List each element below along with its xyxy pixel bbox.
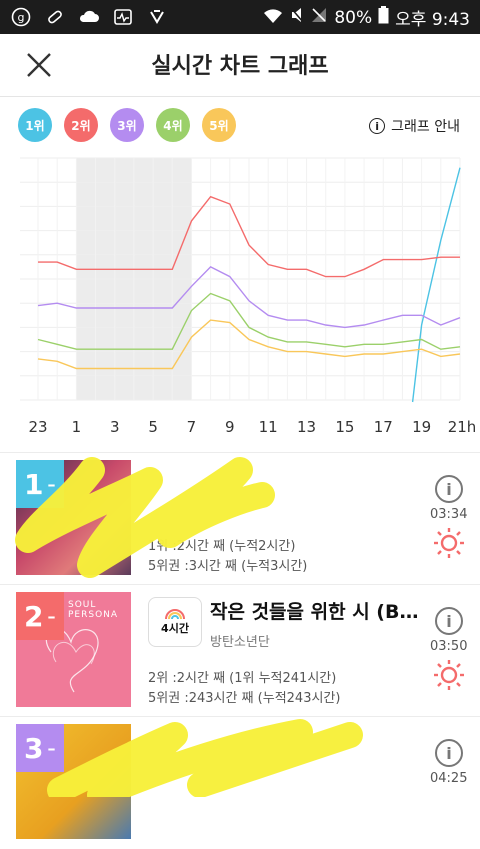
battery-percent: 80%	[334, 7, 373, 28]
timestamp: 03:34	[430, 507, 468, 522]
sun-icon[interactable]	[433, 659, 465, 691]
legend-rank-2[interactable]: 2위	[64, 108, 98, 142]
info-button[interactable]: i	[435, 739, 463, 767]
status-right: 80% 오후 9:43	[262, 5, 470, 30]
page-title: 실시간 차트 그래프	[151, 54, 329, 79]
pulse-icon	[112, 6, 134, 28]
stat-top5-duration: 5위권 :3시간 째 (누적3시간)	[148, 559, 308, 574]
album-art[interactable]: 1–	[16, 460, 131, 575]
hours-tag: 4시간	[148, 597, 202, 647]
chart-row-1[interactable]: 1– 1위 :2시간 째 (누적2시간) 5위권 :3시간 째 (누적3시간) …	[0, 452, 480, 585]
info-icon: i	[369, 118, 386, 134]
x-tick-label: 15	[335, 418, 354, 436]
cloud-icon	[78, 6, 100, 28]
graph-guide-label: 그래프 안내	[391, 119, 460, 135]
app-header: 실시간 차트 그래프	[0, 34, 480, 97]
x-tick-label: 9	[225, 418, 235, 436]
x-tick-label: 11	[259, 418, 278, 436]
graph-guide-button[interactable]: i 그래프 안내	[369, 116, 460, 136]
stat-top5-duration: 5위권 :243시간 째 (누적243시간)	[148, 691, 341, 706]
x-tick-label: 5	[148, 418, 158, 436]
timestamp: 04:25	[430, 771, 468, 786]
album-art[interactable]: SOUL PERSONA 2–	[16, 592, 131, 707]
check-icon	[146, 6, 168, 28]
battery-icon	[378, 6, 389, 29]
song-title[interactable]: 작은 것들을 위한 시 (Boy With Luv)	[210, 597, 425, 624]
x-tick-label: 17	[374, 418, 393, 436]
hours-tag-label: 4시간	[161, 622, 189, 635]
x-tick-label: 21h	[448, 418, 477, 436]
x-axis-ticks: 23 1 3 5 7 9 11 13 15 17 19 21h	[28, 418, 476, 436]
legend-rank-1[interactable]: 1위	[18, 108, 52, 142]
pill-icon	[44, 6, 66, 28]
signal-icon	[310, 6, 328, 29]
clock: 오후 9:43	[395, 10, 470, 30]
rank-legend: 1위 2위 3위 4위 5위	[18, 108, 236, 142]
rainbow-icon	[165, 609, 185, 620]
x-tick-label: 19	[412, 418, 431, 436]
rank-badge: 1–	[16, 460, 64, 508]
status-bar: g 80% 오후 9:43	[0, 0, 480, 34]
stat-rank-duration: 1위 :2시간 째 (누적2시간)	[148, 539, 296, 554]
notification-icons: g	[10, 6, 168, 28]
legend-rank-5[interactable]: 5위	[202, 108, 236, 142]
info-button[interactable]: i	[435, 607, 463, 635]
mute-icon	[290, 6, 304, 29]
info-button[interactable]: i	[435, 475, 463, 503]
rank-badge: 3–	[16, 724, 64, 772]
sun-icon[interactable]	[433, 527, 465, 559]
rank-badge: 2–	[16, 592, 64, 640]
x-tick-label: 13	[297, 418, 316, 436]
stat-rank-duration: 2위 :2시간 째 (1위 누적241시간)	[148, 671, 337, 686]
x-tick-label: 3	[110, 418, 120, 436]
chart-grid	[20, 157, 461, 401]
svg-text:g: g	[18, 11, 25, 24]
artist-name[interactable]: 방탄소년단	[210, 631, 270, 650]
wifi-icon	[262, 6, 284, 29]
legend-rank-4[interactable]: 4위	[156, 108, 190, 142]
chart-row-3[interactable]: 3– i 04:25	[0, 716, 480, 849]
timestamp: 03:50	[430, 639, 468, 654]
app-g-icon: g	[10, 6, 32, 28]
album-art[interactable]: 3–	[16, 724, 131, 839]
legend-rank-3[interactable]: 3위	[110, 108, 144, 142]
x-tick-label: 7	[187, 418, 197, 436]
chart-row-2[interactable]: SOUL PERSONA 2– 4시간 작은 것들을 위한 시 (Boy Wit…	[0, 584, 480, 717]
series-line-rank-1	[411, 167, 461, 403]
x-tick-label: 1	[72, 418, 82, 436]
x-tick-label: 23	[28, 418, 47, 436]
rank-line-chart: 23 1 3 5 7 9 11 13 15 17 19 21h	[20, 157, 476, 436]
